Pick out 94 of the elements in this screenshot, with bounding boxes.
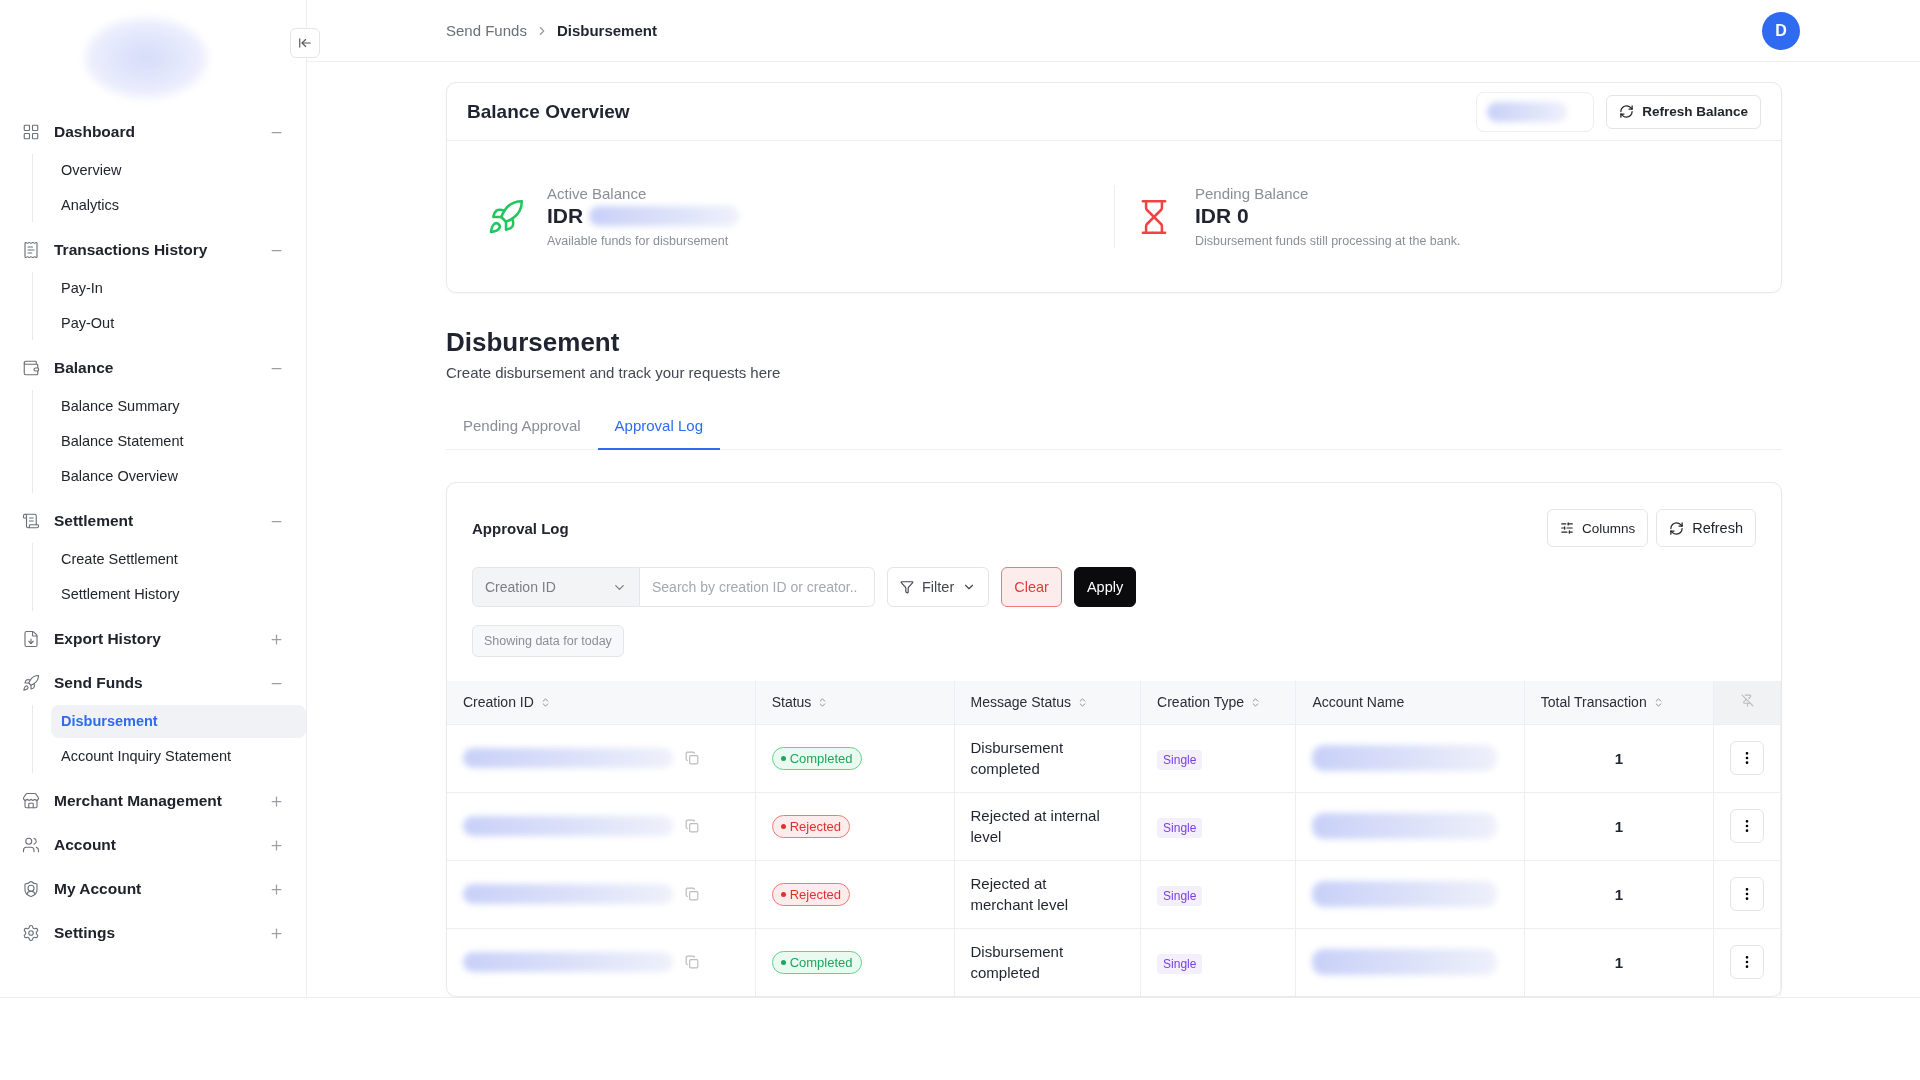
expand-icon[interactable] bbox=[269, 881, 284, 897]
section-title: Approval Log bbox=[472, 519, 570, 537]
filter-button[interactable]: Filter bbox=[887, 567, 990, 607]
page-subtitle: Create disbursement and track your requests here bbox=[446, 364, 782, 381]
unpin-icon[interactable] bbox=[1740, 694, 1754, 708]
nav-group-label[interactable]: Merchant Management bbox=[54, 792, 269, 810]
copy-icon[interactable] bbox=[685, 819, 699, 833]
expand-icon[interactable] bbox=[269, 793, 284, 809]
message-status: Rejected at merchant level bbox=[970, 874, 1070, 915]
balance-amount: IDR bbox=[547, 204, 584, 228]
nav-group-label[interactable]: Balance bbox=[54, 359, 269, 377]
nav-icon bbox=[22, 123, 40, 141]
balance-amount: IDR 0 bbox=[1195, 204, 1249, 228]
refresh-button[interactable]: Refresh bbox=[1656, 509, 1756, 547]
nav-item[interactable]: Create Settlement bbox=[51, 543, 306, 576]
nav-icon bbox=[22, 836, 40, 854]
search-by-select[interactable]: Creation ID bbox=[472, 567, 640, 607]
message-status: Disbursement completed bbox=[970, 942, 1065, 984]
clear-button[interactable]: Clear bbox=[1001, 567, 1062, 607]
refresh-balance-button[interactable]: Refresh Balance bbox=[1606, 94, 1761, 129]
status-badge: Completed bbox=[771, 746, 862, 770]
nav-item[interactable]: Balance Statement bbox=[51, 425, 306, 458]
total-transaction: 1 bbox=[1524, 724, 1714, 792]
creation-type-tag: Single bbox=[1157, 817, 1203, 838]
nav-item[interactable]: Balance Summary bbox=[51, 390, 306, 423]
nav-item[interactable]: Pay-Out bbox=[51, 307, 306, 340]
funnel-icon[interactable] bbox=[900, 580, 914, 594]
nav-group-label[interactable]: Settings bbox=[54, 924, 269, 942]
creation-type-tag: Single bbox=[1157, 885, 1203, 906]
column-header[interactable]: Creation Type bbox=[1157, 694, 1244, 711]
creation-type-tag: Single bbox=[1157, 953, 1203, 974]
column-header[interactable]: Creation ID bbox=[463, 694, 534, 711]
nav-item[interactable]: Overview bbox=[51, 154, 306, 187]
balance-label: Pending Balance bbox=[1195, 185, 1310, 202]
nav-group-label[interactable]: Dashboard bbox=[54, 123, 269, 141]
column-header[interactable]: Total Transaction bbox=[1540, 694, 1647, 711]
creation-type-tag: Single bbox=[1157, 749, 1203, 770]
refresh-icon[interactable] bbox=[1669, 520, 1685, 536]
sort-icon[interactable] bbox=[1250, 696, 1261, 708]
nav-item[interactable]: Settlement History bbox=[51, 578, 306, 611]
total-transaction: 1 bbox=[1524, 792, 1714, 860]
copy-icon[interactable] bbox=[685, 955, 699, 970]
nav-icon bbox=[22, 630, 40, 648]
nav-group-label[interactable]: Settlement bbox=[54, 512, 269, 530]
total-transaction: 1 bbox=[1524, 928, 1714, 996]
column-header[interactable]: Status bbox=[771, 694, 812, 711]
nav-icon bbox=[22, 359, 40, 377]
expand-icon[interactable] bbox=[269, 837, 284, 853]
nav-icon bbox=[22, 880, 40, 898]
nav-group-label[interactable]: Account bbox=[54, 836, 269, 854]
copy-icon[interactable] bbox=[685, 751, 699, 765]
collapse-icon[interactable] bbox=[298, 36, 312, 50]
nav-item[interactable]: Balance Overview bbox=[51, 460, 306, 493]
nav-item[interactable]: Pay-In bbox=[51, 272, 306, 305]
refresh-icon[interactable] bbox=[1619, 104, 1635, 119]
columns-button[interactable]: Columns bbox=[1546, 509, 1649, 547]
balance-note: Available funds for disbursement bbox=[547, 234, 730, 248]
total-transaction: 1 bbox=[1524, 860, 1714, 928]
status-badge: Rejected bbox=[771, 882, 850, 906]
message-status: Rejected at internal level bbox=[970, 806, 1101, 847]
status-badge: Completed bbox=[771, 950, 862, 974]
rocket-icon bbox=[487, 197, 525, 236]
sliders-icon[interactable] bbox=[1559, 521, 1574, 535]
card-title: Balance Overview bbox=[467, 100, 631, 123]
nav-icon bbox=[22, 241, 40, 259]
nav-group-label[interactable]: Transactions History bbox=[54, 241, 269, 259]
user-avatar[interactable]: D bbox=[1762, 11, 1800, 50]
tab[interactable]: Approval Log bbox=[597, 407, 720, 450]
nav-group-label[interactable]: Send Funds bbox=[54, 674, 269, 692]
page-title: Disbursement bbox=[446, 327, 621, 358]
expand-icon[interactable] bbox=[269, 631, 284, 647]
date-info-chip: Showing data for today bbox=[472, 625, 624, 657]
balance-label: Active Balance bbox=[547, 185, 648, 202]
nav-item[interactable]: Account Inquiry Statement bbox=[51, 740, 306, 773]
message-status: Disbursement completed bbox=[970, 738, 1065, 779]
nav-group-label[interactable]: My Account bbox=[54, 880, 269, 898]
apply-button[interactable]: Apply bbox=[1073, 567, 1137, 607]
breadcrumb-item: Disbursement bbox=[556, 22, 657, 39]
status-badge: Rejected bbox=[771, 814, 850, 838]
nav-icon bbox=[22, 674, 40, 692]
nav-icon bbox=[22, 792, 40, 810]
breadcrumb-item[interactable]: Send Funds bbox=[446, 22, 527, 39]
nav-icon bbox=[22, 924, 40, 942]
blurred-toggle[interactable] bbox=[1476, 91, 1595, 132]
nav-group-label[interactable]: Export History bbox=[54, 630, 269, 648]
expand-icon[interactable] bbox=[269, 925, 284, 941]
nav-icon bbox=[22, 512, 40, 530]
balance-note: Disbursement funds still processing at the bank. bbox=[1195, 234, 1461, 248]
search-field[interactable]: Search by creation ID or creator.. bbox=[640, 567, 875, 607]
copy-icon[interactable] bbox=[685, 887, 699, 901]
column-header[interactable]: Message Status bbox=[970, 694, 1071, 711]
nav-item[interactable]: Analytics bbox=[51, 189, 306, 222]
nav-item[interactable]: Disbursement bbox=[51, 705, 306, 738]
column-header: Account Name bbox=[1312, 694, 1405, 711]
